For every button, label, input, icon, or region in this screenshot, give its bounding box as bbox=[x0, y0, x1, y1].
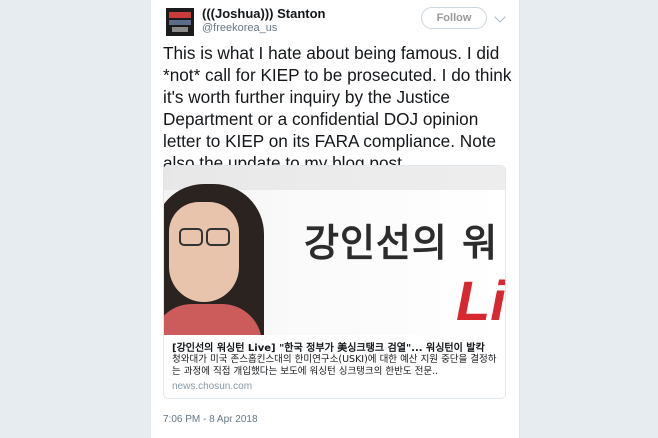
user-handle[interactable]: @freekorea_us bbox=[202, 22, 277, 34]
glasses-icon bbox=[179, 228, 203, 246]
tweet-text: This is what I hate about being famous. … bbox=[163, 43, 512, 173]
card-image-live-text: Li bbox=[456, 269, 506, 332]
portrait-face bbox=[169, 202, 239, 302]
tweet-timestamp[interactable]: 7:06 PM - 8 Apr 2018 bbox=[163, 414, 258, 425]
avatar[interactable] bbox=[166, 8, 194, 36]
card-description: 청와대가 미국 존스홉킨스대의 한미연구소(USKI)에 대한 예산 지원 중단… bbox=[172, 354, 497, 377]
card-title[interactable]: [강인선의 워싱턴 Live] "한국 정부가 美싱크탱크 검열"... 워싱턴… bbox=[172, 339, 502, 354]
link-card[interactable]: 강인선의 워 Li [강인선의 워싱턴 Live] "한국 정부가 美싱크탱크 … bbox=[163, 165, 506, 399]
card-domain: news.chosun.com bbox=[172, 381, 253, 392]
card-image-headline: 강인선의 워 bbox=[304, 221, 499, 265]
tweet-container: (((Joshua))) Stanton @freekorea_us Follo… bbox=[150, 0, 520, 438]
user-display-name[interactable]: (((Joshua))) Stanton bbox=[202, 6, 325, 21]
card-image[interactable]: 강인선의 워 Li bbox=[164, 166, 506, 335]
follow-button[interactable]: Follow bbox=[421, 7, 487, 29]
chevron-down-icon[interactable] bbox=[494, 11, 506, 23]
